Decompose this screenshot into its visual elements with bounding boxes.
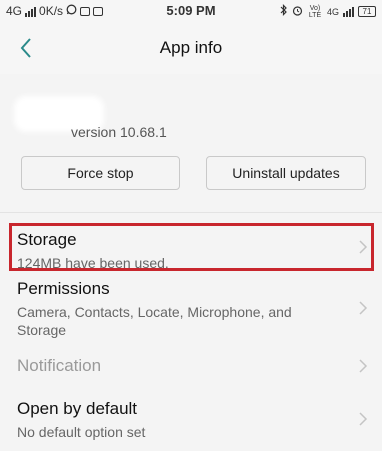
notification-title: Notification bbox=[17, 356, 102, 375]
section-divider bbox=[0, 212, 382, 213]
signal-icon-2 bbox=[343, 6, 354, 17]
chevron-right-icon bbox=[359, 412, 368, 426]
status-right: Vo) LTE 4G 71 bbox=[280, 4, 376, 19]
bluetooth-icon bbox=[280, 4, 288, 19]
list-item-storage[interactable]: Storage 124MB have been used. bbox=[0, 223, 382, 271]
status-bar: 4G 0K/s 5:09 PM Vo) LTE 4G 71 bbox=[0, 0, 382, 22]
list-item-notification[interactable]: Notification bbox=[0, 345, 382, 385]
page-title: App info bbox=[159, 38, 223, 57]
list-item-permissions[interactable]: Permissions Camera, Contacts, Locate, Mi… bbox=[0, 276, 382, 340]
battery-icon: 71 bbox=[358, 6, 376, 17]
permissions-title: Permissions bbox=[17, 279, 110, 298]
list-item-open-by-default[interactable]: Open by default No default option set bbox=[0, 390, 382, 448]
chevron-right-icon bbox=[359, 301, 368, 315]
storage-subtitle: 124MB have been used. bbox=[17, 255, 169, 271]
storage-title: Storage bbox=[17, 230, 77, 249]
chevron-right-icon bbox=[359, 359, 368, 373]
app-version: version 10.68.1 bbox=[71, 124, 167, 140]
uninstall-updates-button[interactable]: Uninstall updates bbox=[206, 156, 366, 190]
app-bar: App info bbox=[0, 22, 382, 74]
chevron-right-icon bbox=[359, 240, 368, 254]
open-by-default-title: Open by default bbox=[17, 399, 138, 418]
force-stop-button[interactable]: Force stop bbox=[21, 156, 180, 190]
alarm-icon bbox=[292, 5, 303, 19]
open-by-default-subtitle: No default option set bbox=[17, 424, 146, 440]
permissions-subtitle: Camera, Contacts, Locate, Microphone, an… bbox=[17, 304, 292, 338]
network-type-2: 4G bbox=[326, 6, 339, 17]
app-info-section: version 10.68.1 Force stop Uninstall upd… bbox=[0, 74, 382, 202]
volte-label: Vo) LTE bbox=[308, 4, 322, 19]
